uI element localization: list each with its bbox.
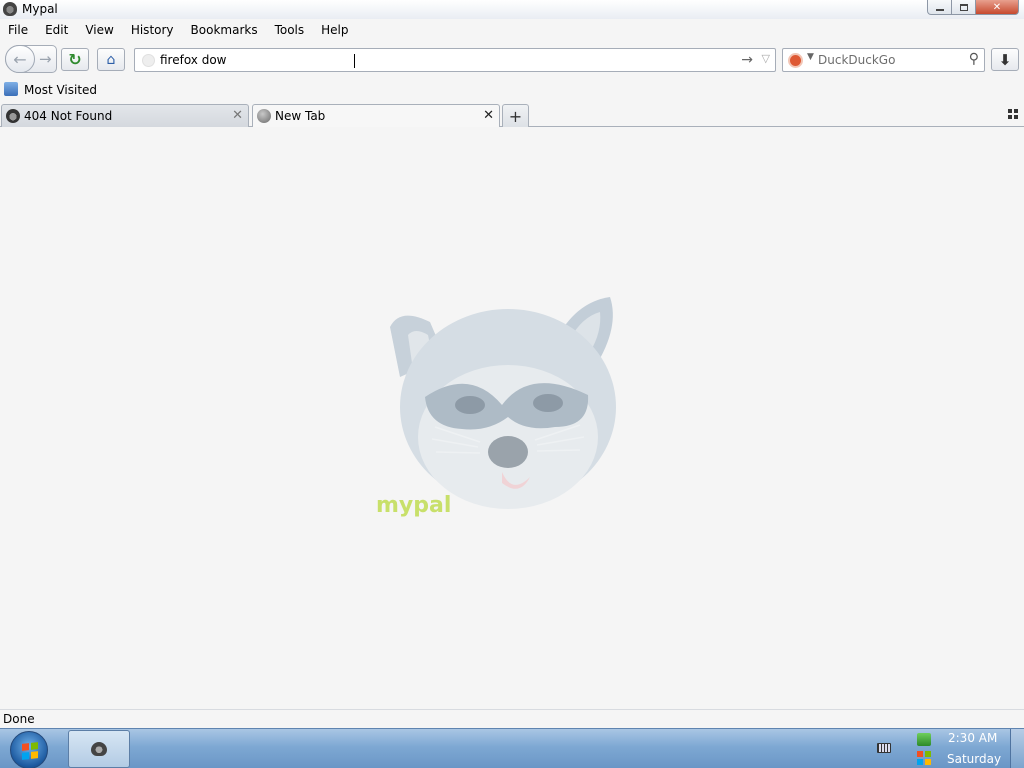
duckduckgo-icon[interactable] [788, 53, 803, 68]
menu-tools[interactable]: Tools [275, 23, 305, 37]
mypal-wordmark: mypal [376, 493, 451, 518]
url-input[interactable] [160, 51, 720, 69]
home-icon: ⌂ [106, 51, 116, 68]
tab-title: New Tab [275, 109, 326, 123]
taskbar-mypal-button[interactable] [68, 730, 130, 768]
taskbar: 2:30 AM Saturday [0, 728, 1024, 768]
raccoon-favicon-icon [6, 109, 20, 123]
status-bar: Done [0, 709, 1024, 728]
back-forward-group: ← → [5, 45, 57, 73]
tab-new-tab[interactable]: New Tab ✕ [252, 104, 500, 128]
title-bar: Mypal ✕ [0, 0, 1024, 19]
maximize-icon [959, 3, 968, 11]
list-all-tabs-icon[interactable] [1008, 109, 1018, 119]
close-window-button[interactable]: ✕ [976, 0, 1019, 15]
tab-404-not-found[interactable]: 404 Not Found ✕ [1, 104, 249, 127]
app-icon [3, 2, 17, 16]
text-caret [354, 54, 355, 68]
minimize-button[interactable] [927, 0, 952, 15]
globe-favicon-icon [257, 109, 271, 123]
reload-icon: ↻ [68, 50, 82, 69]
forward-button[interactable]: → [39, 50, 52, 68]
start-button[interactable] [10, 731, 48, 768]
engine-dropdown-icon[interactable]: ▼ [807, 52, 814, 62]
back-arrow-icon: ← [13, 49, 27, 69]
window-controls: ✕ [927, 0, 1019, 16]
url-bar[interactable]: → ▽ [134, 48, 776, 72]
tab-close-icon[interactable]: ✕ [232, 108, 243, 123]
menu-history[interactable]: History [131, 23, 174, 37]
downloads-button[interactable]: ⬇ [991, 48, 1019, 71]
maximize-button[interactable] [952, 0, 976, 15]
window-title: Mypal [22, 2, 58, 16]
menu-help[interactable]: Help [321, 23, 348, 37]
download-arrow-icon: ⬇ [998, 50, 1012, 69]
back-button[interactable]: ← [5, 45, 35, 73]
most-visited-bookmark[interactable]: Most Visited [24, 83, 97, 97]
menu-view[interactable]: View [85, 23, 113, 37]
network-icon[interactable] [917, 733, 931, 746]
page-favicon-icon [142, 54, 155, 67]
url-history-dropdown-icon[interactable]: ▽ [762, 52, 770, 65]
raccoon-mascot-logo: mypal [376, 297, 616, 518]
menu-file[interactable]: File [8, 23, 28, 37]
clock-day[interactable]: Saturday [947, 752, 1001, 766]
action-center-icon[interactable] [917, 751, 931, 765]
home-button[interactable]: ⌂ [97, 48, 125, 71]
close-icon: ✕ [992, 1, 1002, 13]
page-content: mypal [0, 127, 1024, 709]
go-arrow-icon[interactable]: → [741, 52, 753, 68]
search-bar[interactable]: ▼ ⚲ [782, 48, 985, 72]
search-input[interactable] [818, 51, 958, 69]
clock-time[interactable]: 2:30 AM [948, 731, 997, 745]
keyboard-icon[interactable] [877, 743, 891, 753]
most-visited-icon [4, 82, 18, 96]
navigation-toolbar: ← → ↻ ⌂ → ▽ ▼ ⚲ ⬇ [0, 41, 1024, 78]
bookmarks-toolbar: Most Visited [0, 79, 1024, 102]
tab-close-icon[interactable]: ✕ [483, 108, 494, 123]
search-icon[interactable]: ⚲ [969, 51, 979, 67]
status-text: Done [3, 712, 35, 726]
windows-logo-icon [22, 742, 38, 760]
raccoon-app-icon [91, 742, 107, 756]
reload-button[interactable]: ↻ [61, 48, 89, 71]
plus-icon: + [508, 106, 523, 126]
menu-bar: File Edit View History Bookmarks Tools H… [0, 19, 1024, 41]
tab-strip: 404 Not Found ✕ New Tab ✕ + [0, 102, 1024, 128]
tab-title: 404 Not Found [24, 109, 113, 123]
show-desktop-button[interactable] [1010, 729, 1024, 768]
menu-edit[interactable]: Edit [45, 23, 68, 37]
minimize-icon [935, 9, 944, 11]
menu-bookmarks[interactable]: Bookmarks [191, 23, 258, 37]
new-tab-button[interactable]: + [502, 104, 529, 127]
